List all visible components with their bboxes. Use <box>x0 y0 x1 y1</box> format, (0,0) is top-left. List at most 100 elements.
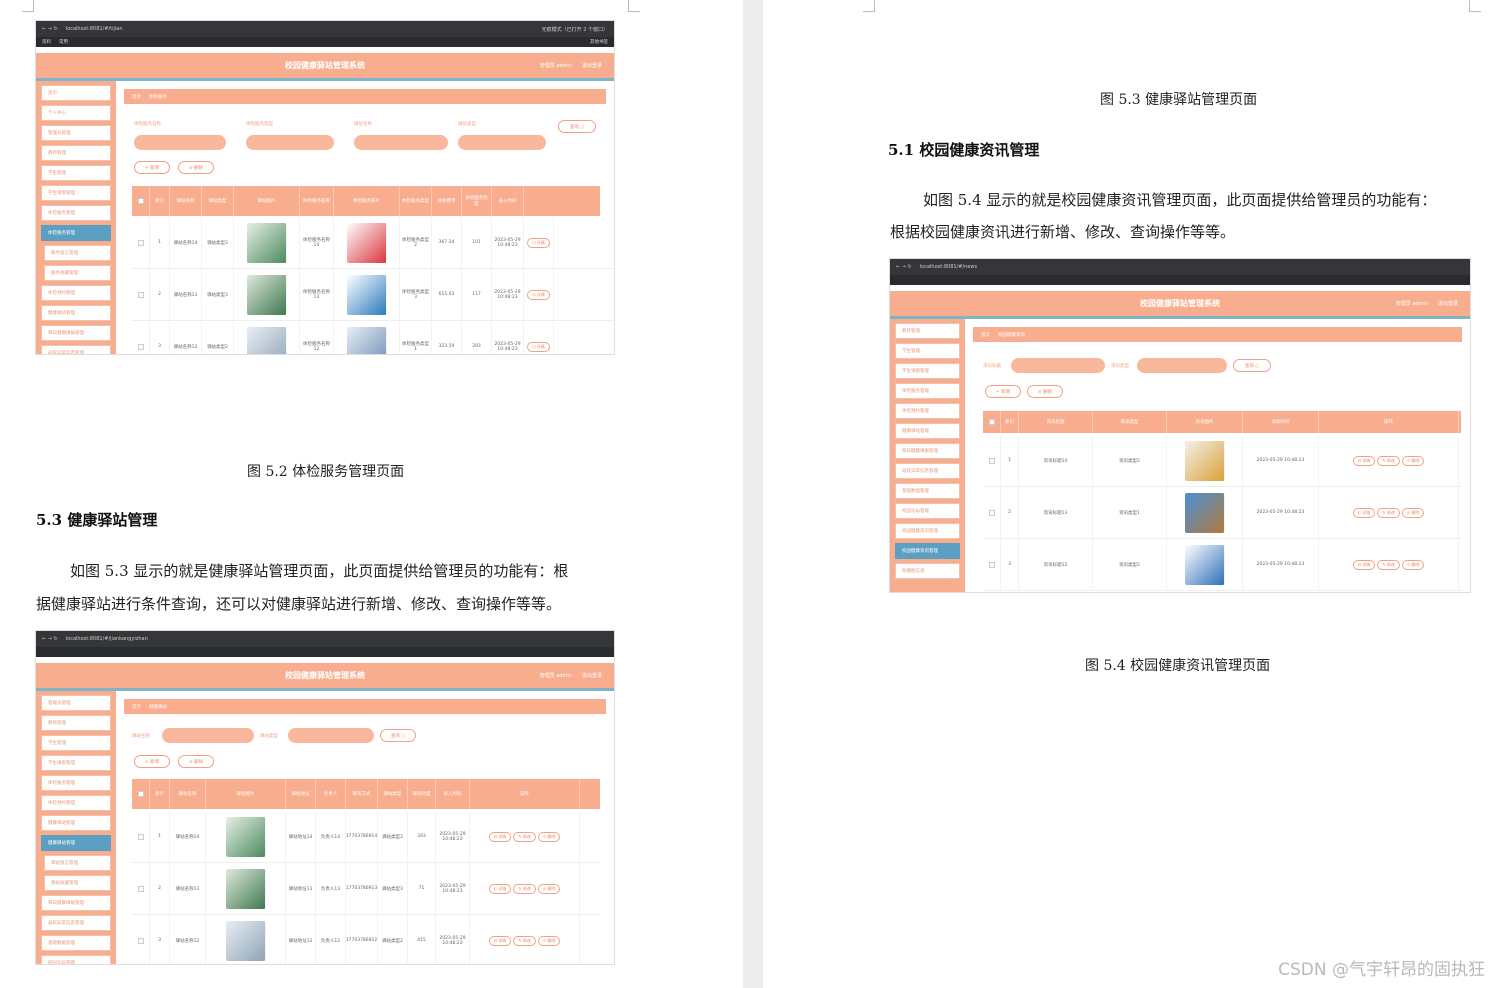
detail-button[interactable]: ⊡ 详情 <box>1352 455 1376 466</box>
query-button[interactable]: 查询 ○ <box>558 120 596 133</box>
edit-button[interactable]: ✎ 修改 <box>513 935 536 946</box>
column-header[interactable]: 体检服务热度 <box>462 186 492 216</box>
delete-row-button[interactable]: ⊝ 删除 <box>537 831 561 842</box>
checkbox[interactable] <box>137 198 144 204</box>
edit-button[interactable]: ✎ 修改 <box>513 831 536 842</box>
bookmark-other[interactable]: 其他书签 <box>590 39 608 45</box>
delete-button[interactable]: ⊝ 删除 <box>178 161 214 174</box>
select-all-cell[interactable] <box>132 186 150 216</box>
sidebar-item[interactable]: 服务收藏管理 <box>44 265 111 281</box>
row-checkbox-cell[interactable] <box>132 915 150 964</box>
breadcrumb-home[interactable]: 首页 <box>981 332 990 338</box>
table-row[interactable]: 1 驿站名称14 驿站类型3 体检服务名称14 体检服务类型2 367.34 101 2023… <box>132 217 614 269</box>
filter-input[interactable] <box>246 135 334 150</box>
sidebar-item[interactable]: 体检预约管理 <box>41 795 111 811</box>
add-button[interactable]: + 新增 <box>985 385 1021 398</box>
row-checkbox-cell[interactable] <box>983 539 1001 590</box>
select-all-cell[interactable] <box>132 779 150 809</box>
sidebar-item[interactable]: 返校异常信息管理 <box>41 915 111 931</box>
checkbox[interactable] <box>137 937 144 944</box>
checkbox[interactable] <box>137 833 144 840</box>
sidebar-item[interactable]: 体检服务管理 <box>41 775 111 791</box>
delete-row-button[interactable]: ⊝ 删除 <box>1401 559 1425 570</box>
sidebar-item[interactable]: 返校异常信息管理 <box>41 345 111 354</box>
sidebar-item[interactable]: 个人中心 <box>41 105 111 121</box>
checkbox[interactable] <box>988 509 995 516</box>
sidebar-item[interactable]: 健康驿站管理 <box>41 305 111 321</box>
table-row[interactable]: 3 驿站名称12 驿站地址12 负责人12 17703786912 驿站类型2 415 202… <box>132 915 600 964</box>
edit-button[interactable]: ✎ 修改 <box>1377 455 1400 466</box>
column-header[interactable]: 驿站名称 <box>170 186 202 216</box>
checkbox[interactable] <box>137 239 144 246</box>
sidebar-item[interactable]: 驿站留言管理 <box>44 855 111 871</box>
breadcrumb-home[interactable]: 首页 <box>132 704 141 710</box>
sidebar-item[interactable]: 驿站收藏管理 <box>44 875 111 891</box>
logout-link[interactable]: 退出登录 <box>582 62 602 69</box>
filter-input[interactable] <box>288 728 374 743</box>
table-row[interactable]: 1 驿站名称14 驿站地址14 负责人14 17703786914 驿站类型3 343 202… <box>132 811 600 863</box>
query-button[interactable]: 查询 ○ <box>1233 359 1271 372</box>
column-header[interactable]: 负责人 <box>316 779 346 809</box>
row-checkbox-cell[interactable] <box>132 811 150 862</box>
column-header[interactable]: 索引 <box>1001 411 1019 433</box>
edit-button[interactable]: ✎ 修改 <box>1377 559 1400 570</box>
sidebar-item[interactable]: 学生请假管理 <box>895 363 960 379</box>
add-button[interactable]: + 新增 <box>134 755 170 768</box>
sidebar-item[interactable]: 体检服务管理 <box>41 205 111 221</box>
column-header[interactable]: 录入时间 <box>492 186 524 216</box>
sidebar-item[interactable]: 每日健康填报管理 <box>895 443 960 459</box>
checkbox[interactable] <box>988 419 995 425</box>
detail-button[interactable]: ⊡ 详情 <box>1352 507 1376 518</box>
detail-button[interactable]: ⊡ 详情 <box>527 237 550 248</box>
sidebar-item[interactable]: 健康驿站管理 <box>41 835 111 851</box>
sidebar-item[interactable]: 体检预约管理 <box>41 285 111 301</box>
detail-button[interactable]: ⊡ 详情 <box>488 883 512 894</box>
sidebar-item[interactable]: 健康驿站管理 <box>41 815 111 831</box>
column-header[interactable]: 资讯图片 <box>1167 411 1243 433</box>
sidebar-item[interactable]: 体检服务管理 <box>895 383 960 399</box>
column-header[interactable]: 索引 <box>150 186 170 216</box>
logout-link[interactable]: 退出登录 <box>1438 300 1458 307</box>
row-checkbox-cell[interactable] <box>132 269 150 320</box>
delete-row-button[interactable]: ⊝ 删除 <box>1401 507 1425 518</box>
checkbox[interactable] <box>137 791 144 797</box>
column-header[interactable]: 体检服务照片 <box>334 186 400 216</box>
sidebar-item[interactable]: 学生请假管理 <box>41 755 111 771</box>
column-header[interactable]: 操作 <box>1319 411 1459 433</box>
column-header[interactable]: 驿站图片 <box>234 186 300 216</box>
sidebar-item[interactable]: 返校异常信息管理 <box>895 463 960 479</box>
column-header[interactable]: 联系方式 <box>346 779 378 809</box>
sidebar-item[interactable]: 每日健康填报管理 <box>41 895 111 911</box>
sidebar-item[interactable]: 校园论坛管理 <box>895 503 960 519</box>
url-bar[interactable]: localhost:8081/#/tijian <box>66 26 123 32</box>
detail-button[interactable]: ⊡ 详情 <box>488 831 512 842</box>
sidebar-item[interactable]: 教师管理 <box>41 145 111 161</box>
column-header[interactable]: 录入时间 <box>436 779 470 809</box>
column-header[interactable]: 体检服务名称 <box>300 186 334 216</box>
checkbox[interactable] <box>988 561 995 568</box>
bookmark-item[interactable]: 常用 <box>59 39 68 45</box>
sidebar-item[interactable]: 教师管理 <box>41 715 111 731</box>
column-header[interactable]: 体检服务类型 <box>400 186 432 216</box>
sidebar-item[interactable]: 管理员管理 <box>41 125 111 141</box>
column-header[interactable]: 操作 <box>470 779 580 809</box>
column-header[interactable]: 驿站图片 <box>206 779 286 809</box>
bookmark-item[interactable]: 资料 <box>42 39 51 45</box>
logout-link[interactable]: 退出登录 <box>582 672 602 679</box>
delete-button[interactable]: ⊝ 删除 <box>1027 385 1063 398</box>
checkbox[interactable] <box>137 291 144 298</box>
filter-input[interactable] <box>134 135 226 150</box>
delete-row-button[interactable]: ⊝ 删除 <box>1401 455 1425 466</box>
column-header[interactable]: 体检费用 <box>432 186 462 216</box>
table-row[interactable]: 3 资讯标题12 资讯类型2 2023-05-29 10:48:23 ⊡ 详情 ✎ 修改 ⊝… <box>983 539 1461 591</box>
row-checkbox-cell[interactable] <box>132 321 150 354</box>
sidebar-item[interactable]: 管理员管理 <box>41 695 111 711</box>
column-header[interactable]: 驿站地址 <box>286 779 316 809</box>
table-row[interactable]: 2 驿站名称13 驿站地址13 负责人13 17703786913 驿站类型3 71 2023… <box>132 863 600 915</box>
add-button[interactable]: + 新增 <box>134 161 170 174</box>
filter-input[interactable] <box>1137 358 1227 373</box>
delete-row-button[interactable]: ⊝ 删除 <box>537 883 561 894</box>
sidebar-item[interactable]: 基础数据管理 <box>41 935 111 951</box>
filter-input[interactable] <box>354 135 448 150</box>
breadcrumb-home[interactable]: 首页 <box>132 94 141 100</box>
